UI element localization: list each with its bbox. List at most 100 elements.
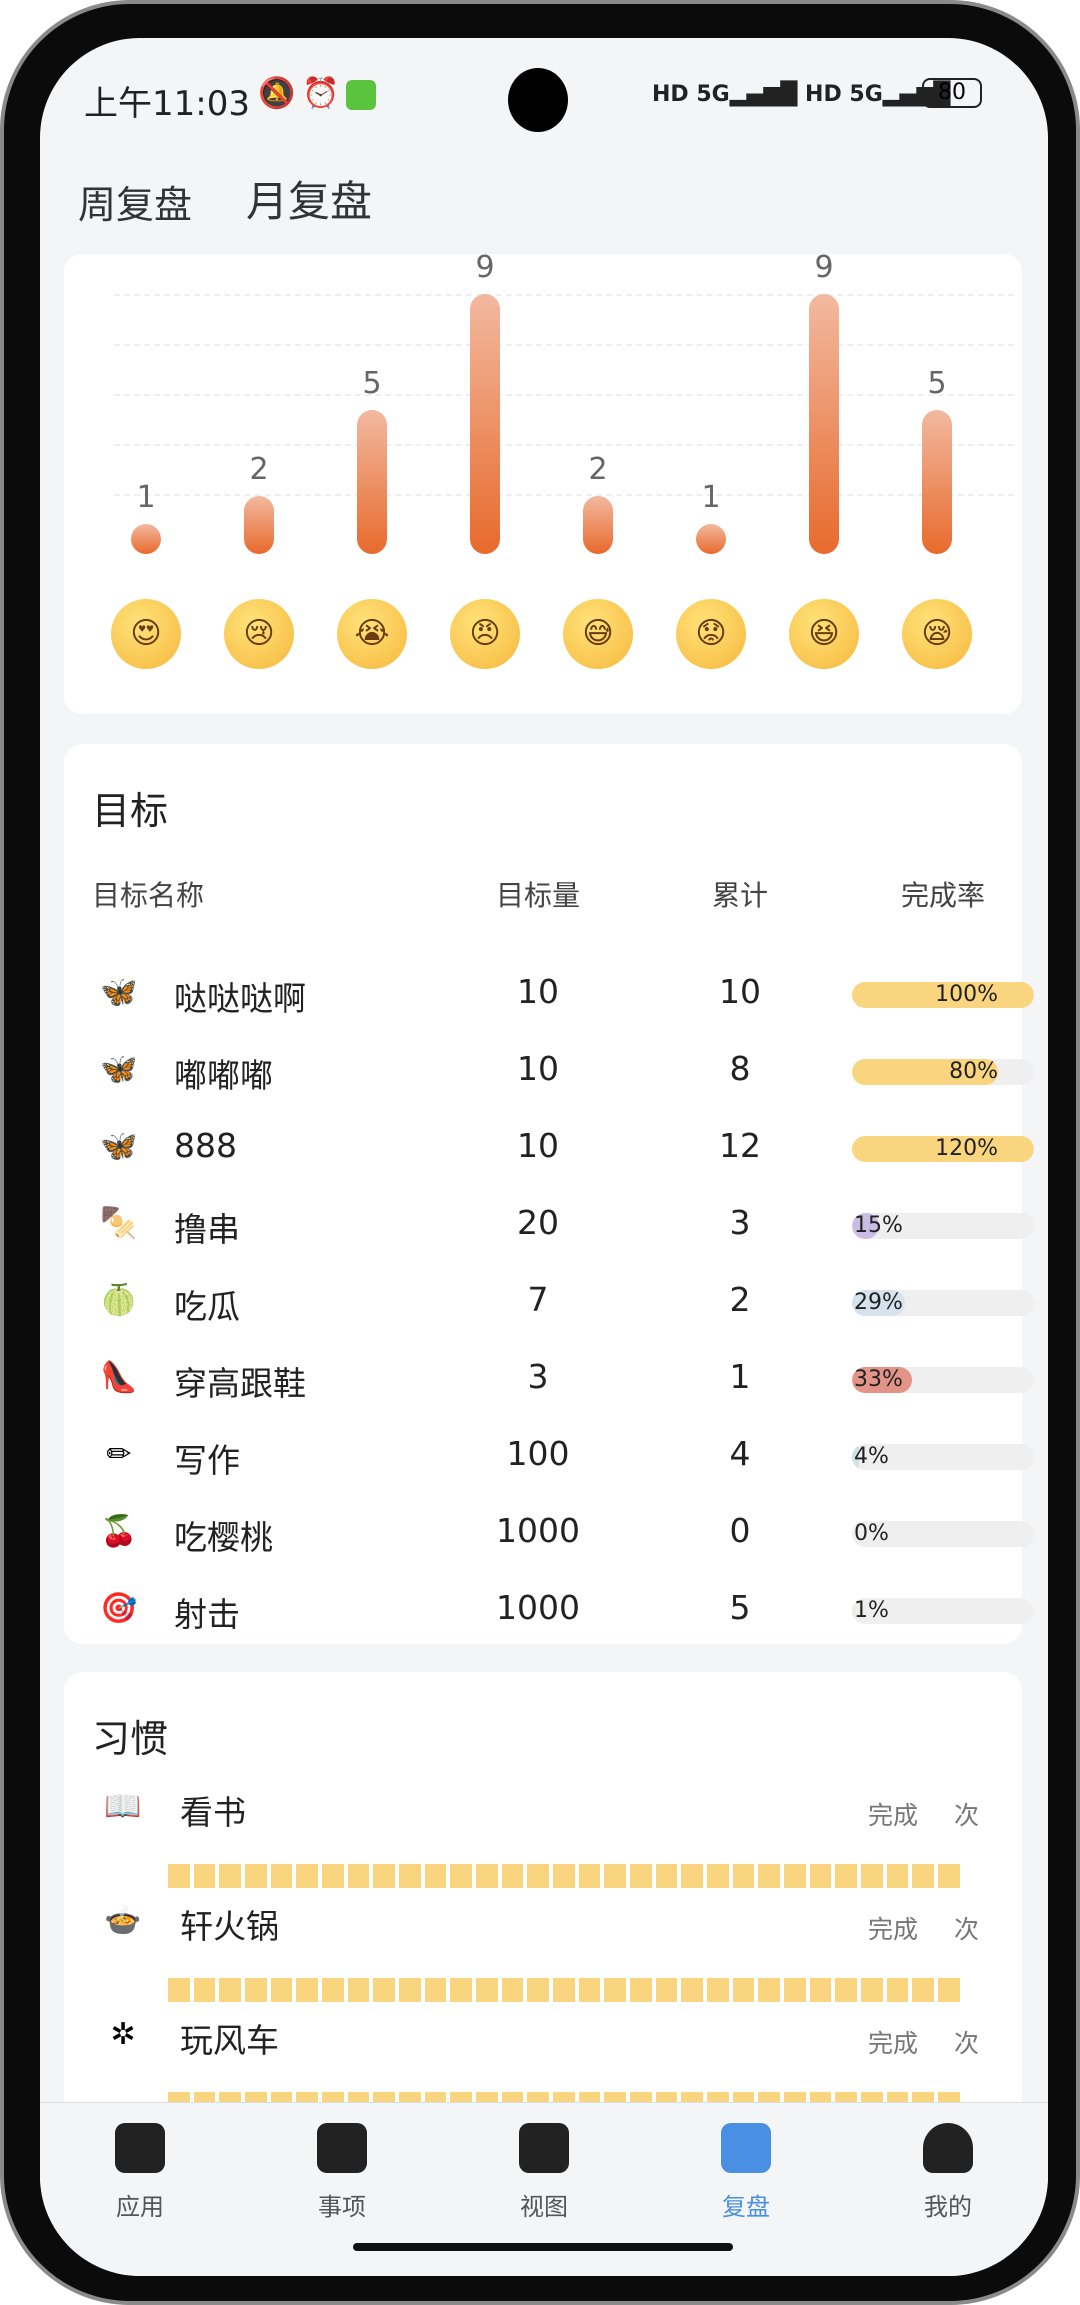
habit-day-cell[interactable]	[322, 1978, 344, 2002]
gridline	[114, 444, 1014, 446]
habit-day-cell[interactable]	[784, 1864, 806, 1888]
habit-day-cell[interactable]	[399, 1864, 421, 1888]
habit-day-cell[interactable]	[424, 1864, 447, 1888]
habit-day-cell[interactable]	[193, 1864, 216, 1888]
habit-day-cell[interactable]	[938, 1978, 960, 2002]
goal-name: 穿高跟鞋	[174, 1364, 306, 1403]
habit-day-cell[interactable]	[450, 1864, 473, 1888]
habit-day-cell[interactable]	[835, 1864, 858, 1888]
habit-day-cell[interactable]	[630, 1978, 652, 2002]
habit-day-cell[interactable]	[322, 1864, 344, 1888]
habit-day-cell[interactable]	[655, 1978, 678, 2002]
goal-row[interactable]: 🍈 吃瓜 7 2 29%	[64, 1272, 1034, 1332]
goal-row[interactable]: ✏ 写作 100 4 4%	[64, 1426, 1034, 1486]
habit-day-cell[interactable]	[784, 1978, 806, 2002]
goals-card: 目标 目标名称 目标量 累计 完成率 🦋 哒哒哒啊 10 10 100% 🦋 嘟嘟嘟 10 8 8…	[64, 744, 1034, 1644]
habit-day-cell[interactable]	[270, 1978, 293, 2002]
habit-day-cell[interactable]	[809, 1864, 832, 1888]
goal-row[interactable]: 🦋 嘟嘟嘟 10 8 80%	[64, 1041, 1034, 1101]
habit-day-cell[interactable]	[681, 1978, 704, 2002]
habit-day-cell[interactable]	[938, 1864, 960, 1888]
habit-day-cell[interactable]	[578, 1864, 601, 1888]
habit-day-cell[interactable]	[501, 1978, 524, 2002]
habit-day-cell[interactable]	[912, 1864, 935, 1888]
habit-day-cell[interactable]	[373, 1864, 396, 1888]
habit-day-cell[interactable]	[527, 1864, 550, 1888]
habit-day-cell[interactable]	[373, 1978, 396, 2002]
habit-day-cell[interactable]	[732, 1864, 755, 1888]
chart-bar[interactable]	[922, 409, 952, 554]
chart-bar[interactable]	[696, 524, 726, 554]
habit-day-cell[interactable]	[861, 1864, 883, 1888]
tab-monthly-review[interactable]: 月复盘	[246, 168, 372, 229]
habit-day-cell[interactable]	[732, 1978, 755, 2002]
habit-day-cell[interactable]	[476, 1978, 498, 2002]
habit-day-cell[interactable]	[655, 1864, 678, 1888]
habit-day-cell[interactable]	[886, 1978, 909, 2002]
habit-day-cell[interactable]	[553, 1864, 575, 1888]
home-indicator[interactable]	[353, 2243, 733, 2251]
goal-row[interactable]: 🦋 哒哒哒啊 10 10 100%	[64, 964, 1034, 1024]
habit-day-cell[interactable]	[245, 1978, 267, 2002]
habit-day-cell[interactable]	[707, 1864, 729, 1888]
habit-row[interactable]: 📖 看书 完成 次	[64, 1784, 1022, 1894]
habit-day-cell[interactable]	[219, 1864, 242, 1888]
front-camera	[508, 68, 568, 132]
habit-day-cell[interactable]	[886, 1864, 909, 1888]
goal-row[interactable]: 🎯 射击 1000 5 1%	[64, 1580, 1034, 1640]
habit-day-cell[interactable]	[758, 1978, 781, 2002]
habit-day-cell[interactable]	[399, 1978, 421, 2002]
habit-day-cell[interactable]	[681, 1864, 704, 1888]
chart-bar[interactable]	[470, 294, 500, 554]
habit-day-cell[interactable]	[476, 1864, 498, 1888]
habit-day-cell[interactable]	[912, 1978, 935, 2002]
habit-day-cell[interactable]	[347, 1978, 370, 2002]
nav-clover[interactable]: 视图	[484, 2123, 604, 2222]
habit-day-cell[interactable]	[219, 1978, 242, 2002]
habit-calendar-strip	[168, 1978, 960, 2002]
chart-bar[interactable]	[583, 496, 613, 554]
habit-row[interactable]: 🍲 轩火锅 完成 次	[64, 1898, 1022, 2008]
habit-day-cell[interactable]	[578, 1978, 601, 2002]
nav-home[interactable]: 应用	[80, 2123, 200, 2222]
habit-day-cell[interactable]	[501, 1864, 524, 1888]
nav-label: 复盘	[722, 2193, 770, 2221]
habit-day-cell[interactable]	[861, 1978, 883, 2002]
nav-user[interactable]: 我的	[888, 2123, 1008, 2222]
habit-day-cell[interactable]	[347, 1864, 370, 1888]
goal-row[interactable]: 🦋 888 10 12 120%	[64, 1118, 1034, 1178]
bar-value-label: 5	[927, 365, 947, 401]
habit-day-cell[interactable]	[758, 1864, 781, 1888]
habit-day-cell[interactable]	[296, 1864, 319, 1888]
goal-row[interactable]: 🍒 吃樱桃 1000 0 0%	[64, 1503, 1034, 1563]
nav-calendar-check[interactable]: 事项	[282, 2123, 402, 2222]
habit-day-cell[interactable]	[270, 1864, 293, 1888]
habit-day-cell[interactable]	[296, 1978, 319, 2002]
goal-name: 写作	[174, 1441, 240, 1480]
habit-day-cell[interactable]	[168, 1978, 190, 2002]
chart-bar[interactable]	[244, 496, 274, 554]
goal-target: 10	[517, 972, 559, 1011]
goal-row[interactable]: 🍢 撸串 20 3 15%	[64, 1195, 1034, 1255]
goal-row[interactable]: 👠 穿高跟鞋 3 1 33%	[64, 1349, 1034, 1409]
habit-day-cell[interactable]	[245, 1864, 267, 1888]
habit-day-cell[interactable]	[193, 1978, 216, 2002]
habit-day-cell[interactable]	[553, 1978, 575, 2002]
goal-total: 3	[729, 1203, 751, 1242]
habit-day-cell[interactable]	[604, 1864, 627, 1888]
chart-bar[interactable]	[131, 524, 161, 554]
habit-day-cell[interactable]	[630, 1864, 652, 1888]
nav-bar-chart[interactable]: 复盘	[686, 2123, 806, 2222]
habit-day-cell[interactable]	[450, 1978, 473, 2002]
habit-day-cell[interactable]	[168, 1864, 190, 1888]
habit-day-cell[interactable]	[707, 1978, 729, 2002]
habit-day-cell[interactable]	[604, 1978, 627, 2002]
chart-bar[interactable]	[357, 409, 387, 554]
tab-weekly-review[interactable]: 周复盘	[78, 174, 192, 229]
chart-bar[interactable]	[809, 294, 839, 554]
progress-rate: 1%	[854, 1598, 889, 1623]
habit-day-cell[interactable]	[835, 1978, 858, 2002]
habit-day-cell[interactable]	[424, 1978, 447, 2002]
habit-day-cell[interactable]	[527, 1978, 550, 2002]
habit-day-cell[interactable]	[809, 1978, 832, 2002]
